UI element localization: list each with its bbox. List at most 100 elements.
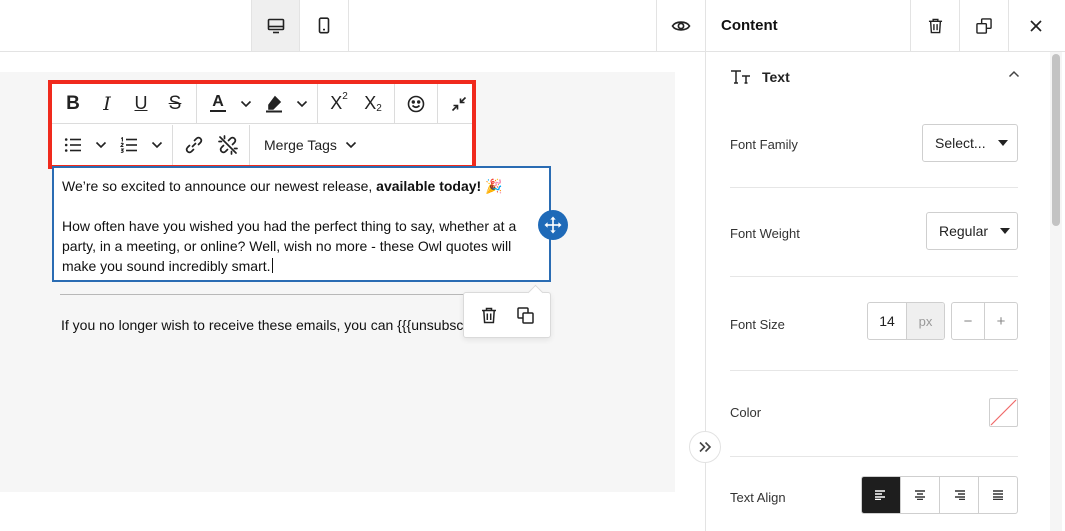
desktop-view-button[interactable] — [251, 0, 300, 51]
collapse-panel-button[interactable] — [689, 431, 721, 463]
panel-scrollbar-thumb[interactable] — [1052, 54, 1060, 226]
superscript-base: X — [330, 93, 343, 113]
merge-tags-group: Merge Tags — [250, 125, 371, 165]
font-size-decrement-button[interactable]: − — [952, 303, 984, 339]
remove-link-button[interactable] — [211, 129, 245, 161]
party-emoji: 🎉 — [485, 178, 503, 194]
editor-topbar — [0, 0, 705, 52]
font-size-unit: px — [907, 303, 944, 339]
subscript-mark: 2 — [376, 103, 382, 114]
caret-down-icon — [997, 140, 1008, 146]
panel-title: Content — [721, 17, 778, 34]
mobile-view-button[interactable] — [300, 0, 349, 51]
trash-icon — [481, 307, 496, 323]
color-swatch[interactable] — [989, 398, 1018, 427]
insert-link-button[interactable] — [177, 129, 211, 161]
font-color-dropdown[interactable] — [235, 88, 257, 120]
align-justify-button[interactable] — [978, 477, 1017, 513]
color-label: Color — [730, 405, 762, 420]
duplicate-icon — [517, 306, 534, 324]
desktop-icon — [267, 18, 284, 33]
move-icon — [544, 216, 562, 234]
font-color-bar — [210, 110, 226, 112]
subscript-button[interactable]: X2 — [356, 88, 390, 120]
preview-button[interactable] — [656, 0, 705, 51]
panel-close-button[interactable] — [1008, 0, 1062, 51]
eye-icon — [671, 20, 691, 31]
panel-scroll-area: Text Font Family Select... Font Weight R… — [706, 52, 1050, 531]
underline-button[interactable]: U — [124, 88, 158, 120]
font-color-button[interactable]: A — [201, 88, 235, 120]
text-section-header[interactable]: Text — [730, 66, 1020, 88]
text-align-row: Text Align — [730, 457, 1018, 531]
font-size-row: Font Size 14 px − + — [730, 277, 1018, 371]
bullet-list-icon — [64, 138, 81, 152]
panel-scrollbar[interactable] — [1050, 52, 1062, 531]
collapse-toolbar-button[interactable] — [442, 88, 476, 120]
panel-duplicate-button[interactable] — [959, 0, 1008, 51]
font-family-value: Select... — [935, 135, 986, 151]
block-actions-popup — [463, 292, 551, 338]
chevron-down-icon — [345, 141, 356, 149]
collapse-group — [438, 84, 480, 123]
font-weight-row: Font Weight Regular — [730, 188, 1018, 277]
color-group: A — [197, 84, 318, 123]
font-size-value[interactable]: 14 — [868, 303, 907, 339]
font-color-icon: A — [210, 93, 226, 112]
font-weight-select[interactable]: Regular — [926, 212, 1018, 250]
font-family-select[interactable]: Select... — [922, 124, 1018, 162]
font-size-input[interactable]: 14 px — [867, 302, 945, 340]
panel-delete-button[interactable] — [910, 0, 959, 51]
mobile-icon — [318, 17, 330, 34]
caret-down-icon — [1000, 228, 1011, 234]
font-weight-value: Regular — [939, 223, 989, 239]
numbered-list-button[interactable] — [112, 129, 146, 161]
text-format-toolbar: B I U S A X 2 X 2 Merge Tags — [48, 80, 476, 169]
font-family-row: Font Family Select... — [730, 116, 1018, 188]
unsubscribe-text[interactable]: If you no longer wish to receive these e… — [61, 316, 471, 334]
font-size-increment-button[interactable]: + — [984, 303, 1017, 339]
merge-tags-label: Merge Tags — [264, 137, 337, 153]
align-center-icon — [915, 490, 925, 500]
bullet-list-dropdown[interactable] — [90, 129, 112, 161]
move-block-handle[interactable] — [538, 210, 568, 240]
italic-button[interactable]: I — [90, 88, 124, 120]
bullet-list-button[interactable] — [56, 129, 90, 161]
strikethrough-button[interactable]: S — [158, 88, 192, 120]
align-left-button[interactable] — [862, 477, 900, 513]
highlight-button[interactable] — [257, 88, 291, 120]
close-icon — [1029, 19, 1042, 32]
trash-icon — [928, 18, 942, 33]
duplicate-icon — [976, 17, 992, 34]
merge-tags-button[interactable]: Merge Tags — [254, 137, 367, 153]
text-cursor — [271, 258, 273, 273]
align-center-button[interactable] — [900, 477, 939, 513]
font-color-letter: A — [212, 93, 224, 110]
align-right-button[interactable] — [939, 477, 978, 513]
delete-block-button[interactable] — [474, 300, 504, 330]
emoji-button[interactable] — [399, 88, 433, 120]
toolbar-row-2: Merge Tags — [52, 125, 472, 165]
superscript-button[interactable]: X2 — [322, 88, 356, 120]
link-icon — [185, 136, 203, 154]
announcement-text: We’re so excited to announce our newest … — [62, 178, 377, 194]
emoji-group — [395, 84, 438, 123]
properties-panel: Content Text Font Family Select... Font … — [705, 0, 1065, 531]
font-size-label: Font Size — [730, 317, 785, 332]
announcement-bold: available today! — [376, 178, 482, 194]
chevron-down-icon — [240, 100, 252, 107]
link-group — [173, 125, 250, 165]
subscript-base: X — [364, 93, 377, 113]
unlink-icon — [218, 135, 238, 155]
no-color-icon — [990, 399, 1017, 426]
duplicate-block-button[interactable] — [511, 300, 541, 330]
bold-button[interactable]: B — [56, 88, 90, 120]
chevron-down-icon — [296, 100, 308, 107]
chevrons-right-icon — [699, 441, 712, 453]
numbered-list-dropdown[interactable] — [146, 129, 168, 161]
minimize-icon — [451, 96, 467, 111]
selected-text-block[interactable]: We’re so excited to announce our newest … — [52, 166, 551, 282]
body-paragraph-text: How often have you wished you had the pe… — [62, 218, 517, 274]
numbered-list-icon — [120, 137, 137, 153]
highlight-dropdown[interactable] — [291, 88, 313, 120]
